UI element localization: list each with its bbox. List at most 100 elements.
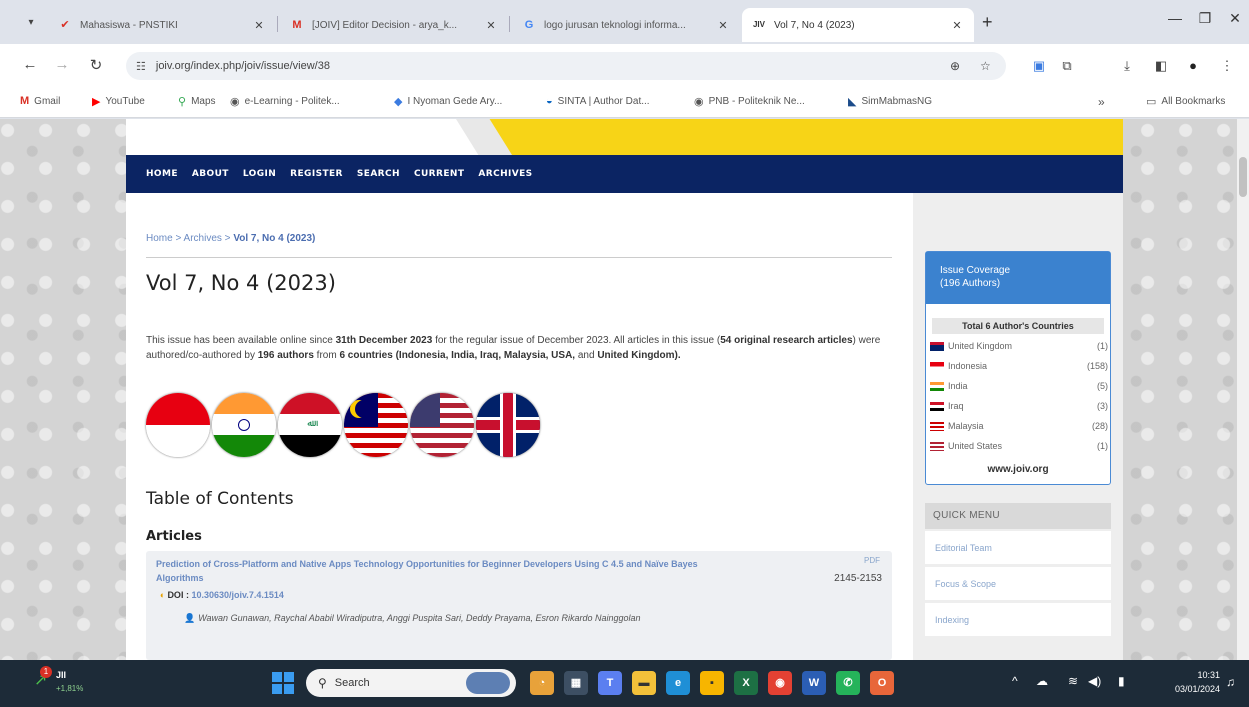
close-icon[interactable]: ✕ bbox=[716, 19, 730, 32]
app-icon[interactable]: ▪ bbox=[700, 671, 724, 695]
new-tab-icon[interactable]: + bbox=[982, 12, 993, 33]
scrollbar-thumb[interactable] bbox=[1239, 157, 1247, 197]
notification-icon[interactable]: ♫ bbox=[1226, 675, 1235, 689]
country-count: (5) bbox=[1097, 381, 1108, 391]
chrome-icon[interactable]: ◉ bbox=[768, 671, 792, 695]
google-icon: G bbox=[524, 19, 534, 31]
wifi-icon[interactable]: ≋ bbox=[1068, 674, 1078, 688]
nav-search[interactable]: SEARCH bbox=[357, 169, 400, 179]
clock[interactable]: 10:31 03/01/2024 bbox=[1170, 668, 1220, 696]
bookmark-youtube[interactable]: ▶ YouTube bbox=[92, 95, 145, 108]
bookmark-pnb[interactable]: ◉ PNB - Politeknik Ne... bbox=[694, 95, 805, 108]
bookmark-nyoman[interactable]: ◆ I Nyoman Gede Ary... bbox=[394, 95, 502, 108]
browser-toolbar: ← → ↻ ☷ joiv.org/index.php/joiv/issue/vi… bbox=[0, 44, 1249, 88]
url-text[interactable]: joiv.org/index.php/joiv/issue/view/38 bbox=[156, 60, 330, 72]
nav-archives[interactable]: ARCHIVES bbox=[478, 169, 532, 179]
minimize-icon[interactable]: — bbox=[1160, 10, 1190, 26]
breadcrumb-archives[interactable]: Archives bbox=[184, 233, 222, 244]
whatsapp-icon[interactable]: ✆ bbox=[836, 671, 860, 695]
file-explorer-icon[interactable]: ▬ bbox=[632, 671, 656, 695]
menu-kebab-icon[interactable]: ⋮ bbox=[1218, 58, 1236, 74]
journal-site: HOME ABOUT LOGIN REGISTER SEARCH CURRENT… bbox=[126, 119, 1123, 660]
tab-google-search[interactable]: G logo jurusan teknologi informa... ✕ bbox=[512, 8, 740, 42]
reload-icon[interactable]: ↻ bbox=[86, 56, 106, 74]
article-title-link[interactable]: Prediction of Cross-Platform and Native … bbox=[156, 557, 716, 585]
bookmark-elearning[interactable]: ◉ e-Learning - Politek... bbox=[230, 95, 340, 108]
bookmark-simabmas[interactable]: ◣ SimMabmasNG bbox=[848, 95, 932, 108]
address-bar[interactable]: ☷ joiv.org/index.php/joiv/issue/view/38 … bbox=[126, 52, 1006, 80]
excel-icon[interactable]: X bbox=[734, 671, 758, 695]
all-bookmarks-button[interactable]: ▭ All Bookmarks bbox=[1146, 95, 1225, 108]
bookmark-gmail[interactable]: M Gmail bbox=[20, 95, 60, 107]
page-scrollbar[interactable] bbox=[1237, 119, 1249, 660]
pdf-link[interactable]: PDF bbox=[864, 556, 880, 565]
translate-icon[interactable]: ⊕ bbox=[950, 52, 960, 80]
bookmark-label: SimMabmasNG bbox=[861, 96, 933, 107]
site-info-icon[interactable]: ☷ bbox=[136, 60, 146, 73]
restore-icon[interactable]: ❐ bbox=[1190, 10, 1220, 27]
start-button[interactable] bbox=[272, 672, 294, 694]
edge-icon[interactable]: e bbox=[666, 671, 690, 695]
quick-menu-editorial-team[interactable]: Editorial Team bbox=[925, 531, 1111, 565]
cloud-icon[interactable]: ☁ bbox=[1036, 674, 1048, 688]
volume-icon[interactable]: ◀) bbox=[1088, 674, 1101, 688]
forward-icon[interactable]: → bbox=[52, 56, 72, 73]
desc-bold: 54 original research articles bbox=[720, 335, 853, 346]
bookmark-star-icon[interactable]: ☆ bbox=[980, 52, 991, 80]
country-name: United States bbox=[948, 441, 1003, 451]
overflow-label: » bbox=[1098, 95, 1105, 109]
bookmark-label: PNB - Politeknik Ne... bbox=[708, 96, 805, 107]
avatar-icon[interactable]: ● bbox=[1184, 58, 1202, 73]
taskbar-search[interactable]: ⚲ Search bbox=[306, 669, 516, 697]
bookmarks-overflow-button[interactable]: » bbox=[1098, 95, 1105, 109]
tab-mahasiswa[interactable]: ✔ Mahasiswa - PNSTIKI ✕ bbox=[48, 8, 276, 42]
notification-badge: 1 bbox=[40, 666, 52, 678]
bookmark-sinta[interactable]: ◒ SINTA | Author Dat... bbox=[546, 95, 650, 107]
nav-register[interactable]: REGISTER bbox=[290, 169, 343, 179]
quick-menu-indexing[interactable]: Indexing bbox=[925, 603, 1111, 637]
teams-icon[interactable]: T bbox=[598, 671, 622, 695]
bookmark-maps[interactable]: ⚲ Maps bbox=[178, 95, 216, 108]
usa-flag-icon bbox=[410, 393, 474, 457]
puzzle-icon[interactable]: ⧉ bbox=[1058, 58, 1076, 74]
back-icon[interactable]: ← bbox=[20, 56, 40, 73]
tab-editor-decision[interactable]: M [JOIV] Editor Decision - arya_k... ✕ bbox=[280, 8, 508, 42]
download-icon[interactable]: ⤓ bbox=[1118, 58, 1136, 74]
close-icon[interactable]: ✕ bbox=[252, 19, 266, 32]
tab-joiv-issue[interactable]: JIV Vol 7, No 4 (2023) ✕ bbox=[742, 8, 974, 42]
tab-search-icon[interactable]: ▾ bbox=[22, 14, 40, 32]
nav-current[interactable]: CURRENT bbox=[414, 169, 464, 179]
coverage-header: Issue Coverage (196 Authors) bbox=[926, 252, 1110, 304]
office-icon[interactable]: O bbox=[870, 671, 894, 695]
browser-tab-bar: ▾ ✔ Mahasiswa - PNSTIKI ✕ M [JOIV] Edito… bbox=[0, 0, 1249, 44]
article-authors: 👤 Wawan Gunawan, Raychal Ababil Wiradiput… bbox=[184, 611, 744, 626]
close-window-icon[interactable]: ✕ bbox=[1220, 10, 1249, 27]
extension-icon[interactable]: ▣ bbox=[1030, 58, 1048, 74]
tray-chevron-icon[interactable]: ^ bbox=[1012, 674, 1018, 688]
country-row-iraq: Iraq (3) bbox=[930, 396, 1108, 416]
word-icon[interactable]: W bbox=[802, 671, 826, 695]
quick-menu-focus-scope[interactable]: Focus & Scope bbox=[925, 567, 1111, 601]
breadcrumb-home[interactable]: Home bbox=[146, 233, 173, 244]
page-viewport: HOME ABOUT LOGIN REGISTER SEARCH CURRENT… bbox=[0, 119, 1249, 660]
country-name: India bbox=[948, 381, 968, 391]
breadcrumb-current[interactable]: Vol 7, No 4 (2023) bbox=[233, 233, 315, 244]
widgets-icon[interactable]: ◔ bbox=[530, 671, 554, 695]
task-view-icon[interactable]: ▦ bbox=[564, 671, 588, 695]
close-icon[interactable]: ✕ bbox=[484, 19, 498, 32]
country-row-india: India (5) bbox=[930, 376, 1108, 396]
close-icon[interactable]: ✕ bbox=[950, 19, 964, 32]
nav-about[interactable]: ABOUT bbox=[192, 169, 229, 179]
side-panel-icon[interactable]: ◧ bbox=[1152, 58, 1170, 74]
windows-logo-pane bbox=[284, 672, 294, 682]
iraq-flag-icon bbox=[930, 401, 944, 411]
nav-home[interactable]: HOME bbox=[146, 169, 178, 179]
country-name: Iraq bbox=[948, 401, 964, 411]
pnb-icon: ◉ bbox=[694, 96, 704, 108]
elearning-icon: ◉ bbox=[230, 96, 240, 108]
doi-link[interactable]: 10.30630/joiv.7.4.1514 bbox=[191, 590, 283, 600]
stock-widget[interactable]: ↗ 1 JII +1,81% bbox=[34, 666, 94, 700]
nav-login[interactable]: LOGIN bbox=[243, 169, 276, 179]
battery-icon[interactable]: ▮ bbox=[1118, 674, 1125, 688]
country-row-indonesia: Indonesia (158) bbox=[930, 356, 1108, 376]
